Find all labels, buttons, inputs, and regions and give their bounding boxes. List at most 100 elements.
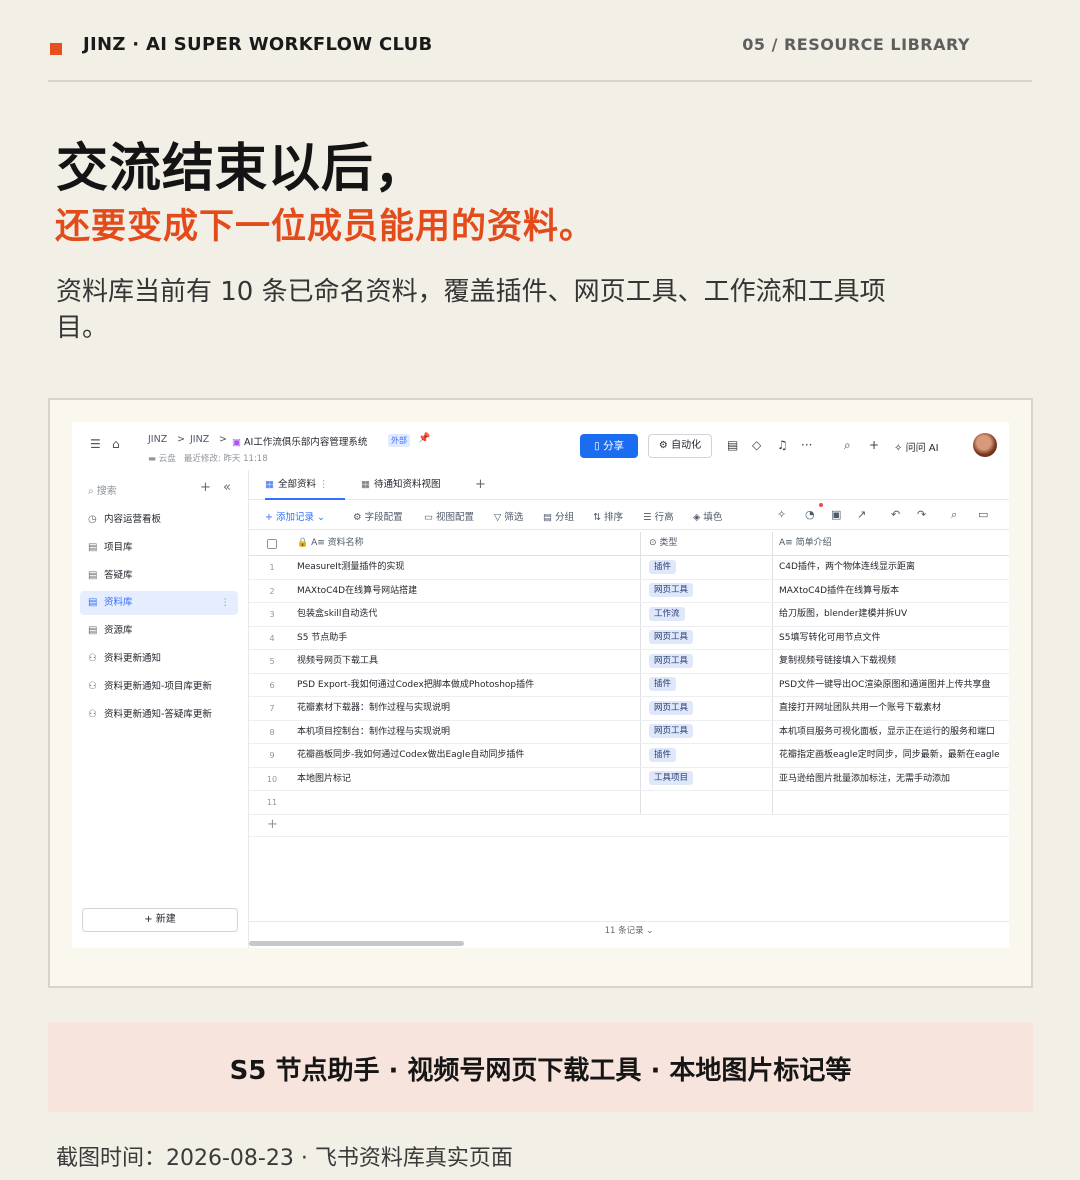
- column-header-desc[interactable]: A≡ 简单介绍: [772, 532, 1009, 555]
- filter-button[interactable]: ▽ 筛选: [494, 509, 523, 523]
- table-row[interactable]: 1 MeasureIt测量插件的实现 插件 C4D插件，两个物体连线显示距离: [249, 556, 1009, 580]
- sidebar-toggle-icon[interactable]: ☰: [90, 437, 101, 451]
- sidebar-item[interactable]: ⚇ 资料更新通知: [80, 647, 238, 671]
- group-button[interactable]: ▤ 分组: [543, 509, 574, 523]
- collapse-icon[interactable]: «: [223, 480, 231, 495]
- sidebar-item[interactable]: ⚇ 资料更新通知-答疑库更新: [80, 703, 238, 727]
- tab-all-materials[interactable]: ▦ 全部资料 ⋮: [265, 470, 345, 500]
- share-button[interactable]: ▯ 分享: [580, 434, 638, 458]
- table-row[interactable]: 3 包装盒skill自动迭代 工作流 给刀版图，blender建模并拆UV: [249, 603, 1009, 627]
- add-row-button[interactable]: +: [249, 815, 1009, 837]
- sidebar-item[interactable]: ▤ 项目库: [80, 536, 238, 560]
- redo-icon[interactable]: ↷: [917, 508, 926, 521]
- tab-more-icon[interactable]: ⋮: [319, 479, 329, 490]
- add-icon[interactable]: +: [200, 480, 211, 495]
- cell-name[interactable]: 视频号网页下载工具: [295, 650, 639, 673]
- comment-icon[interactable]: ▭: [978, 508, 988, 521]
- docs-icon[interactable]: ▤: [727, 438, 738, 452]
- cell-type[interactable]: 工作流: [640, 603, 771, 626]
- table-row[interactable]: 5 视频号网页下载工具 网页工具 复制视频号链接填入下载视频: [249, 650, 1009, 674]
- cell-type[interactable]: 工具项目: [640, 767, 771, 790]
- ask-ai-button[interactable]: ✧ 问问 AI: [894, 439, 939, 454]
- cell-type[interactable]: 网页工具: [640, 626, 771, 649]
- sidebar-item[interactable]: ▤ 答疑库: [80, 564, 238, 588]
- cell-name[interactable]: [295, 791, 639, 814]
- bot-icon[interactable]: ◔: [805, 508, 815, 521]
- cell-desc[interactable]: MAXtoC4D插件在线算号版本: [772, 579, 1009, 602]
- column-header-name[interactable]: 🔒 A≡ 资料名称: [295, 532, 639, 555]
- table-row[interactable]: 9 花瓣画板同步-我如何通过Codex做出Eagle自动同步插件 插件 花瓣指定画板e…: [249, 744, 1009, 768]
- cell-type[interactable]: 网页工具: [640, 579, 771, 602]
- sort-button[interactable]: ⇅ 排序: [593, 509, 623, 523]
- sidebar-item[interactable]: ▤ 资料库 ⋮: [80, 591, 238, 616]
- sidebar-search[interactable]: ⌕ 搜索: [88, 482, 117, 497]
- cell-name[interactable]: 花瓣画板同步-我如何通过Codex做出Eagle自动同步插件: [295, 744, 639, 767]
- select-all-checkbox[interactable]: [249, 532, 295, 555]
- cell-name[interactable]: 本地图片标记: [295, 768, 639, 791]
- cell-desc[interactable]: 直接打开网址团队共用一个账号下载素材: [772, 697, 1009, 720]
- sidebar-item[interactable]: ⚇ 资料更新通知-项目库更新: [80, 675, 238, 699]
- share-arrow-icon[interactable]: ↗: [857, 508, 866, 521]
- cell-name[interactable]: MAXtoC4D在线算号网站搭建: [295, 580, 639, 603]
- record-count[interactable]: 11 条记录 ⌄: [249, 924, 1009, 936]
- bell-icon[interactable]: ♫: [777, 438, 788, 452]
- table-row[interactable]: 2 MAXtoC4D在线算号网站搭建 网页工具 MAXtoC4D插件在线算号版本: [249, 579, 1009, 603]
- field-config-button[interactable]: ⚙ 字段配置: [353, 509, 403, 523]
- new-button[interactable]: + 新建: [82, 908, 238, 932]
- cell-type[interactable]: [640, 791, 771, 814]
- cell-name[interactable]: 包装盒skill自动迭代: [295, 603, 639, 626]
- automation-button[interactable]: ⚙ 自动化: [648, 434, 712, 458]
- search-icon[interactable]: ⌕: [844, 438, 851, 453]
- sidebar-item[interactable]: ◷ 内容运营看板: [80, 508, 238, 532]
- table-row[interactable]: 4 S5 节点助手 网页工具 S5填写转化可用节点文件: [249, 626, 1009, 650]
- cell-desc[interactable]: PSD文件一键导出OC渲染原图和通道图并上传共享盘: [772, 673, 1009, 696]
- more-icon[interactable]: ···: [801, 438, 812, 452]
- table-row[interactable]: 11: [249, 791, 1009, 815]
- cell-name[interactable]: PSD Export-我如何通过Codex把脚本做成Photoshop插件: [295, 674, 639, 697]
- cell-desc[interactable]: [772, 791, 1009, 814]
- breadcrumb-root[interactable]: JINZ: [148, 434, 167, 445]
- sidebar-item[interactable]: ▤ 资源库: [80, 619, 238, 643]
- cell-desc[interactable]: S5填写转化可用节点文件: [772, 626, 1009, 649]
- fill-color-button[interactable]: ◈ 填色: [693, 509, 722, 523]
- avatar[interactable]: [973, 433, 997, 457]
- cell-desc[interactable]: 亚马逊给图片批量添加标注，无需手动添加: [772, 767, 1009, 790]
- table-row[interactable]: 10 本地图片标记 工具项目 亚马逊给图片批量添加标注，无需手动添加: [249, 767, 1009, 791]
- undo-icon[interactable]: ↶: [891, 508, 900, 521]
- tab-pending-notify[interactable]: ▦ 待通知资料视图: [361, 470, 441, 500]
- cell-name[interactable]: 本机项目控制台：制作过程与实现说明: [295, 721, 639, 744]
- cell-type[interactable]: 网页工具: [640, 697, 771, 720]
- table-row[interactable]: 8 本机项目控制台：制作过程与实现说明 网页工具 本机项目服务可视化面板，显示正在运行…: [249, 720, 1009, 744]
- ai-sparkle-icon[interactable]: ✧: [777, 508, 786, 521]
- form-icon[interactable]: ▣: [831, 508, 841, 521]
- cell-type[interactable]: 插件: [640, 673, 771, 696]
- horizontal-scrollbar[interactable]: [249, 941, 464, 946]
- find-icon[interactable]: ⌕: [951, 508, 957, 522]
- cell-type[interactable]: 插件: [640, 556, 771, 579]
- cell-name[interactable]: 花瓣素材下载器：制作过程与实现说明: [295, 697, 639, 720]
- cell-type[interactable]: 网页工具: [640, 720, 771, 743]
- cell-name[interactable]: S5 节点助手: [295, 627, 639, 650]
- view-config-button[interactable]: ▭ 视图配置: [424, 509, 474, 523]
- cell-desc[interactable]: 本机项目服务可视化面板，显示正在运行的服务和端口: [772, 720, 1009, 743]
- cell-type[interactable]: 插件: [640, 744, 771, 767]
- plugin-icon[interactable]: ◇: [752, 438, 761, 452]
- pin-icon[interactable]: 📌: [418, 433, 430, 444]
- cell-name[interactable]: MeasureIt测量插件的实现: [295, 556, 639, 579]
- table-row[interactable]: 6 PSD Export-我如何通过Codex把脚本做成Photoshop插件 插件…: [249, 673, 1009, 697]
- cell-desc[interactable]: 花瓣指定画板eagle定时同步，同步最新，最新在eagle: [772, 744, 1009, 767]
- add-record-button[interactable]: + 添加记录 ⌄: [265, 509, 325, 523]
- home-icon[interactable]: ⌂: [112, 437, 120, 451]
- cell-desc[interactable]: C4D插件，两个物体连线显示距离: [772, 556, 1009, 579]
- column-header-type[interactable]: ⊙ 类型: [640, 532, 771, 555]
- row-height-button[interactable]: ☰ 行高: [643, 509, 674, 523]
- cell-desc[interactable]: 复制视频号链接填入下载视频: [772, 650, 1009, 673]
- plus-icon[interactable]: +: [869, 438, 879, 452]
- more-icon[interactable]: ⋮: [221, 591, 231, 615]
- document-title[interactable]: ▣ AI工作流俱乐部内容管理系统: [232, 434, 367, 448]
- add-view-icon[interactable]: +: [475, 470, 486, 500]
- cell-desc[interactable]: 给刀版图，blender建模并拆UV: [772, 603, 1009, 626]
- breadcrumb-folder[interactable]: JINZ: [190, 434, 209, 445]
- cell-type[interactable]: 网页工具: [640, 650, 771, 673]
- table-row[interactable]: 7 花瓣素材下载器：制作过程与实现说明 网页工具 直接打开网址团队共用一个账号下载素材: [249, 697, 1009, 721]
